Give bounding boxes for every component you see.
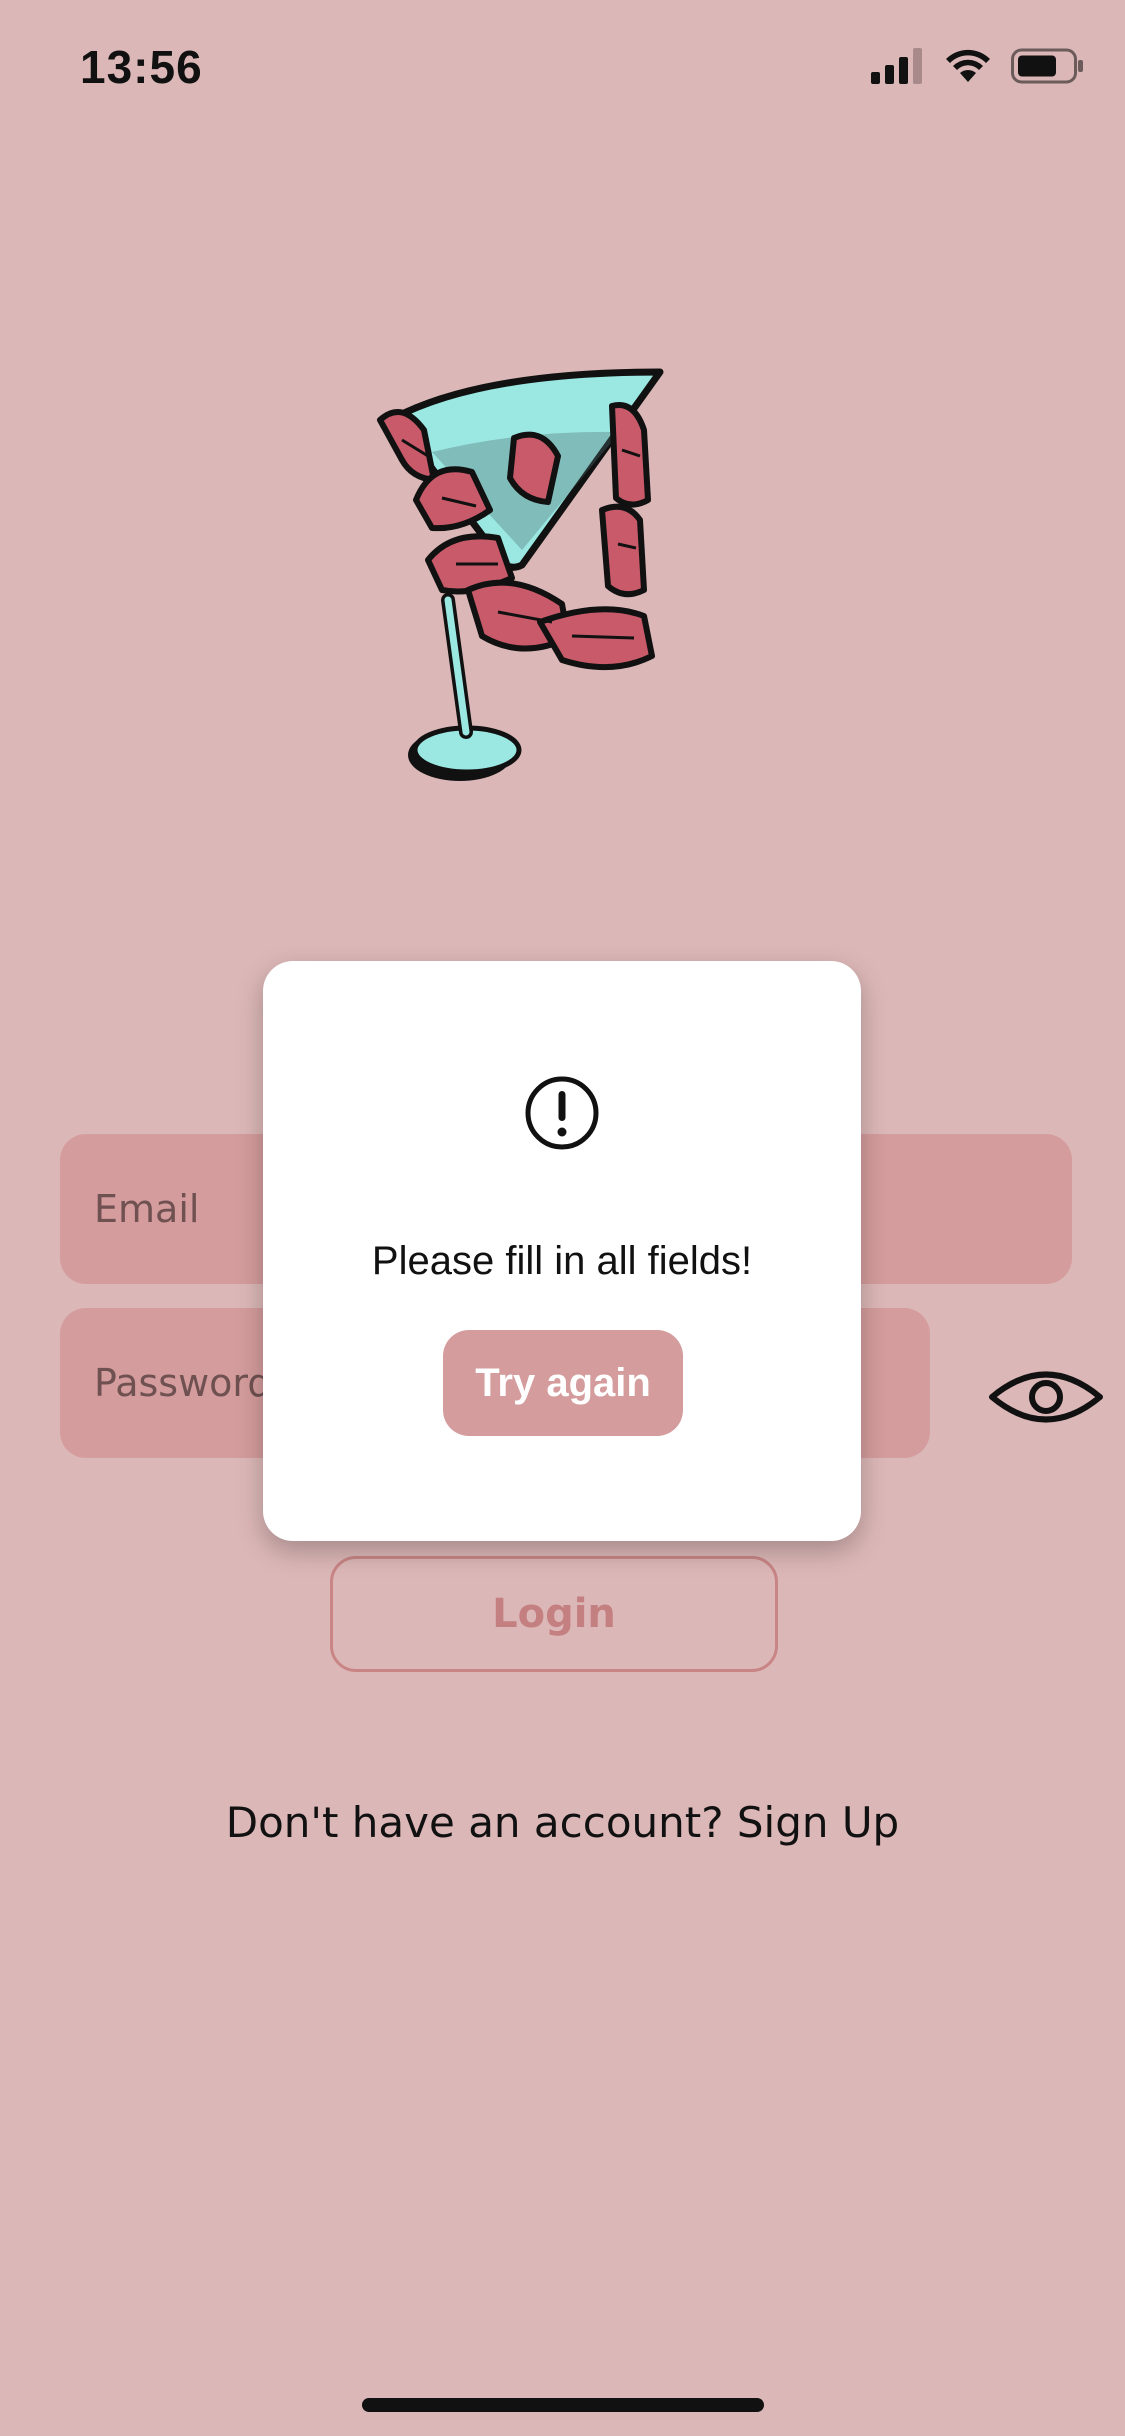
skeleton-hand-martini-logo <box>377 368 664 781</box>
login-button[interactable]: Login <box>330 1556 778 1672</box>
alert-message: Please fill in all fields! <box>371 1239 753 1283</box>
try-again-button[interactable]: Try again <box>443 1330 683 1436</box>
status-bar: 13:56 <box>0 0 1125 130</box>
status-time: 13:56 <box>80 41 203 93</box>
home-indicator[interactable] <box>362 2398 764 2412</box>
exclamation-circle-icon <box>525 1076 599 1150</box>
cellular-signal-icon <box>871 48 922 84</box>
signup-link[interactable]: Don't have an account? Sign Up <box>0 1798 1125 1847</box>
password-placeholder: Password <box>94 1361 272 1405</box>
wifi-icon <box>946 49 990 82</box>
battery-icon <box>1011 48 1083 84</box>
alert-dialog: Please fill in all fields! Try again <box>263 961 861 1541</box>
eye-icon[interactable] <box>986 1362 1106 1432</box>
email-placeholder: Email <box>94 1187 200 1231</box>
status-icons <box>871 48 1085 84</box>
